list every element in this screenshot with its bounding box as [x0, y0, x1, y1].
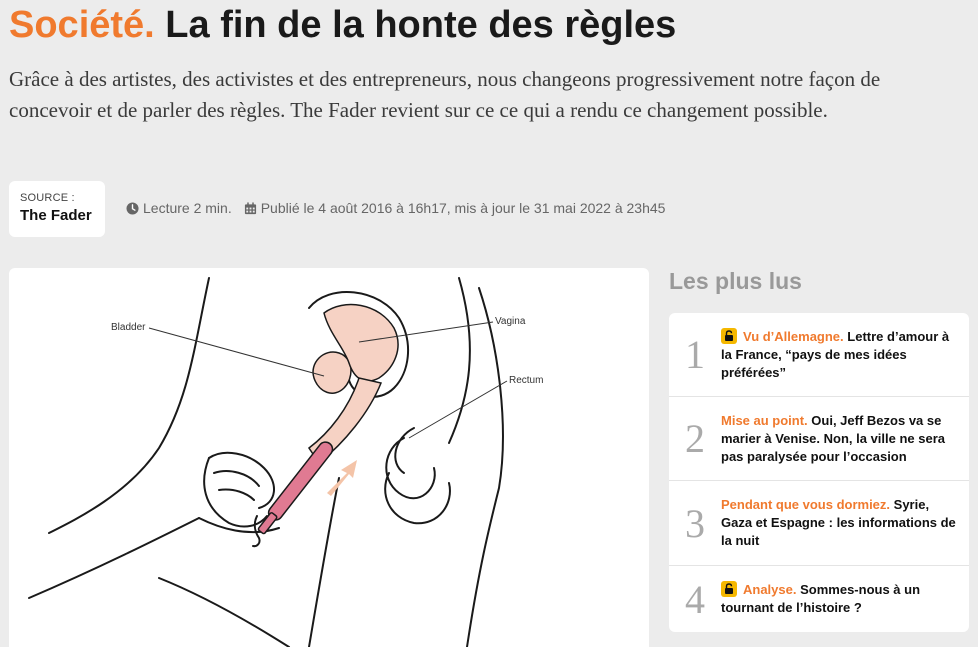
- item-text: Vu d’Allemagne. Lettre d’amour à la Fran…: [721, 327, 959, 382]
- source-name[interactable]: The Fader: [20, 207, 94, 224]
- item-text: Mise au point. Oui, Jeff Bezos va se mar…: [721, 412, 959, 466]
- item-rubric: Vu d’Allemagne.: [743, 328, 844, 344]
- publish-date: Publié le 4 août 2016 à 16h17, mis à jou…: [260, 200, 666, 216]
- label-rectum: Rectum: [509, 375, 543, 386]
- most-read-list: 1 Vu d’Allemagne. Lettre d’amour à la Fr…: [669, 313, 969, 632]
- label-bladder: Bladder: [111, 322, 146, 333]
- item-text: Analyse. Sommes-nous à un tournant de l’…: [721, 581, 959, 617]
- headline-rubric[interactable]: Société.: [9, 4, 155, 46]
- calendar-icon: [244, 201, 256, 214]
- source-label: SOURCE :: [20, 192, 75, 204]
- lock-icon: [721, 581, 737, 597]
- headline-title: La fin de la honte des règles: [165, 4, 677, 46]
- article-meta: Lecture 2 min. Publié le 4 août 2016 à 1…: [126, 200, 665, 216]
- most-read-item-3[interactable]: 3 Pendant que vous dormiez. Syrie, Gaza …: [669, 481, 969, 566]
- item-rubric: Analyse.: [743, 582, 797, 597]
- article-lede: Grâce à des artistes, des activistes et …: [9, 67, 881, 122]
- item-number: 4: [685, 576, 705, 622]
- article-illustration: Bladder Vagina Rectum: [9, 268, 649, 647]
- anatomy-illustration: Bladder Vagina Rectum: [28, 277, 543, 647]
- source-card: SOURCE : The Fader: [9, 181, 105, 237]
- lock-icon: [721, 327, 737, 344]
- item-rubric: Mise au point.: [721, 412, 808, 428]
- item-number: 2: [685, 416, 705, 461]
- reading-time: Lecture 2 min.: [143, 200, 232, 216]
- item-number: 1: [685, 332, 705, 377]
- item-number: 3: [685, 500, 705, 546]
- most-read-item-4[interactable]: 4 Analyse. Sommes-nous à un tournant de …: [669, 566, 969, 632]
- clock-icon: [126, 201, 139, 215]
- most-read-item-1[interactable]: 1 Vu d’Allemagne. Lettre d’amour à la Fr…: [669, 313, 969, 397]
- most-read-item-2[interactable]: 2 Mise au point. Oui, Jeff Bezos va se m…: [669, 397, 969, 481]
- label-vagina: Vagina: [495, 316, 526, 327]
- item-rubric: Pendant que vous dormiez.: [721, 497, 891, 512]
- article-headline: Société. La fin de la honte des règles: [9, 2, 676, 48]
- most-read-title: Les plus lus: [669, 268, 802, 294]
- item-text: Pendant que vous dormiez. Syrie, Gaza et…: [721, 496, 959, 550]
